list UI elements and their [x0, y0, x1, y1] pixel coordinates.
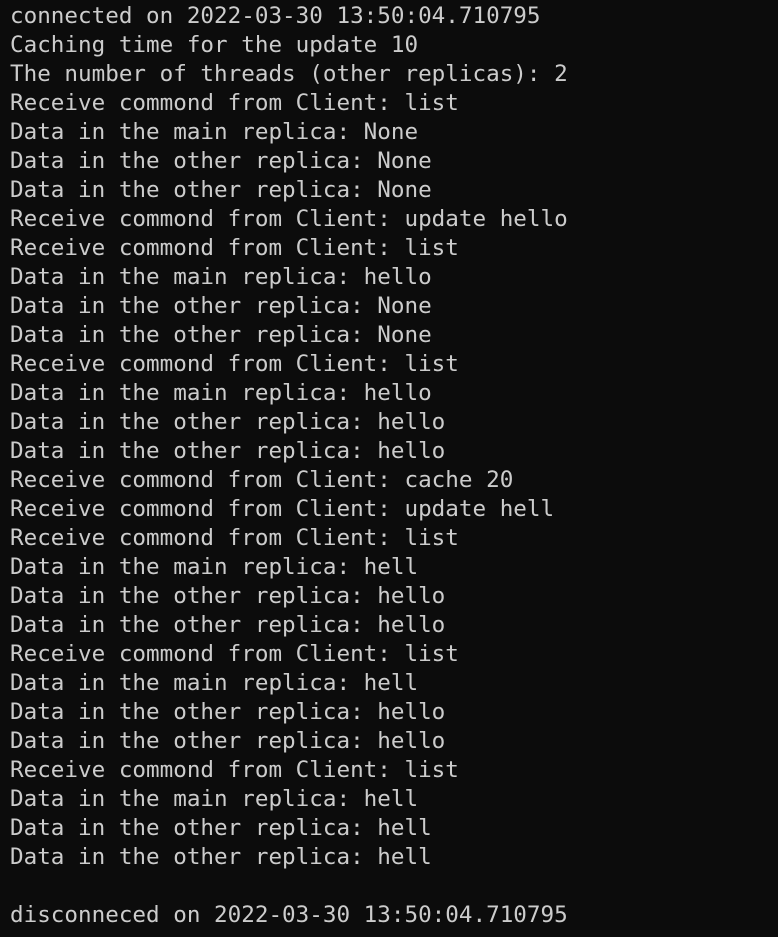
output-line: Data in the main replica: hell: [10, 786, 419, 812]
output-line: disconneced on 2022-03-30 13:50:04.71079…: [10, 902, 568, 928]
output-line: Data in the main replica: hello: [10, 264, 432, 290]
output-line: Data in the other replica: hello: [10, 438, 446, 464]
output-line: Data in the main replica: hell: [10, 554, 419, 580]
output-line: Data in the other replica: hello: [10, 409, 446, 435]
output-line: Receive commond from Client: list: [10, 525, 459, 551]
output-line: Data in the other replica: None: [10, 293, 432, 319]
output-line: connected on 2022-03-30 13:50:04.710795: [10, 3, 541, 29]
output-line: Data in the main replica: hell: [10, 670, 419, 696]
output-line: Receive commond from Client: list: [10, 641, 459, 667]
output-line: Data in the other replica: hello: [10, 728, 446, 754]
output-line: Receive commond from Client: list: [10, 757, 459, 783]
output-line: The number of threads (other replicas): …: [10, 61, 568, 87]
output-line: Data in the other replica: hello: [10, 612, 446, 638]
output-line: Data in the other replica: hello: [10, 583, 446, 609]
output-line: Receive commond from Client: list: [10, 235, 459, 261]
output-line: Data in the main replica: hello: [10, 380, 432, 406]
output-line: Data in the other replica: None: [10, 177, 432, 203]
output-line: Receive commond from Client: list: [10, 90, 459, 116]
output-line: Receive commond from Client: list: [10, 351, 459, 377]
output-line: Data in the main replica: None: [10, 119, 419, 145]
output-line: Data in the other replica: hell: [10, 844, 432, 870]
output-line: Caching time for the update 10: [10, 32, 419, 58]
output-line: Data in the other replica: None: [10, 322, 432, 348]
output-line: Receive commond from Client: update hell: [10, 496, 555, 522]
output-line: Data in the other replica: None: [10, 148, 432, 174]
terminal-window[interactable]: connected on 2022-03-30 13:50:04.710795 …: [0, 0, 778, 937]
output-line: Receive commond from Client: update hell…: [10, 206, 568, 232]
output-line: Data in the other replica: hello: [10, 699, 446, 725]
output-line: Receive commond from Client: cache 20: [10, 467, 514, 493]
output-line: Data in the other replica: hell: [10, 815, 432, 841]
